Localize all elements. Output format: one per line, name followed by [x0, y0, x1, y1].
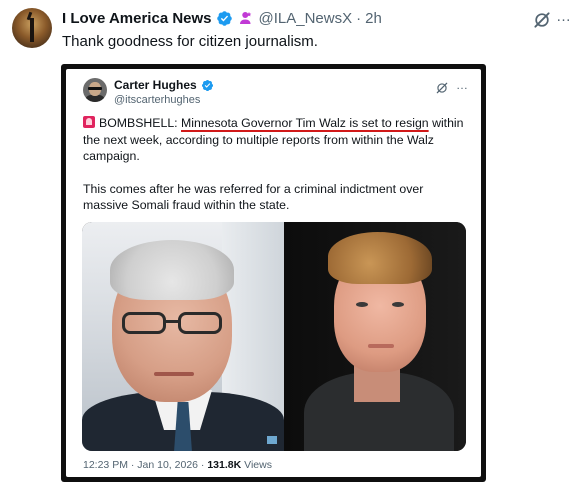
- siren-emoji-icon: [83, 116, 95, 128]
- grok-icon: [436, 82, 448, 94]
- views-count: 131.8K: [207, 459, 242, 471]
- quoted-tweet-card[interactable]: Carter Hughes @itscarterhughes … BOMBSHE…: [66, 69, 481, 477]
- more-options-icon: …: [456, 78, 469, 92]
- quoted-handle: @itscarterhughes: [114, 94, 201, 106]
- avatar-sunglasses: [88, 87, 102, 90]
- quoted-timestamp: 12:23 PM · Jan 10, 2026: [83, 459, 198, 471]
- photo-governor: [82, 222, 284, 451]
- author-avatar[interactable]: [12, 8, 52, 48]
- verified-badge-icon: [216, 10, 232, 26]
- photo-hair: [110, 240, 234, 300]
- quoted-meta: 12:23 PM · Jan 10, 2026 · 131.8K Views: [83, 459, 272, 471]
- views-label: Views: [244, 459, 272, 471]
- grok-icon[interactable]: [532, 10, 552, 30]
- photo-glasses-lens-right: [178, 312, 222, 334]
- photo-glasses-lens-left: [122, 312, 166, 334]
- photo-eye-right: [392, 302, 404, 307]
- post-text: Thank goodness for citizen journalism.: [62, 33, 318, 50]
- tweet-post[interactable]: I Love America News @ILA_NewsX · 2h … Th…: [0, 0, 578, 492]
- quoted-paragraph-1: BOMBSHELL: Minnesota Governor Tim Walz i…: [83, 115, 468, 165]
- statue-silhouette: [30, 18, 34, 42]
- avatar-shoulders: [85, 95, 105, 102]
- quoted-tweet-text: BOMBSHELL: Minnesota Governor Tim Walz i…: [83, 115, 468, 214]
- photo-eye-left: [356, 302, 368, 307]
- meta-separator: ·: [356, 9, 362, 27]
- photo-mouth: [368, 344, 394, 348]
- bombshell-label: BOMBSHELL:: [99, 116, 178, 130]
- affiliate-badge-icon[interactable]: [237, 9, 255, 27]
- post-header: I Love America News @ILA_NewsX · 2h: [62, 8, 382, 28]
- verified-badge-icon: [201, 79, 213, 91]
- quoted-name-row: Carter Hughes: [114, 78, 214, 92]
- photo-hair: [328, 232, 432, 284]
- author-handle[interactable]: @ILA_NewsX: [259, 10, 353, 27]
- meta-separator: ·: [200, 459, 205, 471]
- photo-young-man: [284, 222, 466, 451]
- photo-glasses-bridge: [166, 320, 178, 323]
- quoted-media-grid: [82, 222, 466, 451]
- author-display-name[interactable]: I Love America News: [62, 10, 212, 27]
- quoted-display-name: Carter Hughes: [114, 78, 197, 92]
- photo-mouth: [154, 372, 194, 376]
- photo-lapel-pin: [267, 436, 277, 444]
- post-time[interactable]: 2h: [365, 10, 382, 27]
- more-options-icon[interactable]: …: [556, 9, 574, 30]
- quoted-paragraph-2: This comes after he was referred for a c…: [83, 181, 424, 213]
- underlined-headline: Minnesota Governor Tim Walz is set to re…: [181, 116, 429, 130]
- quoted-author-avatar: [83, 78, 107, 102]
